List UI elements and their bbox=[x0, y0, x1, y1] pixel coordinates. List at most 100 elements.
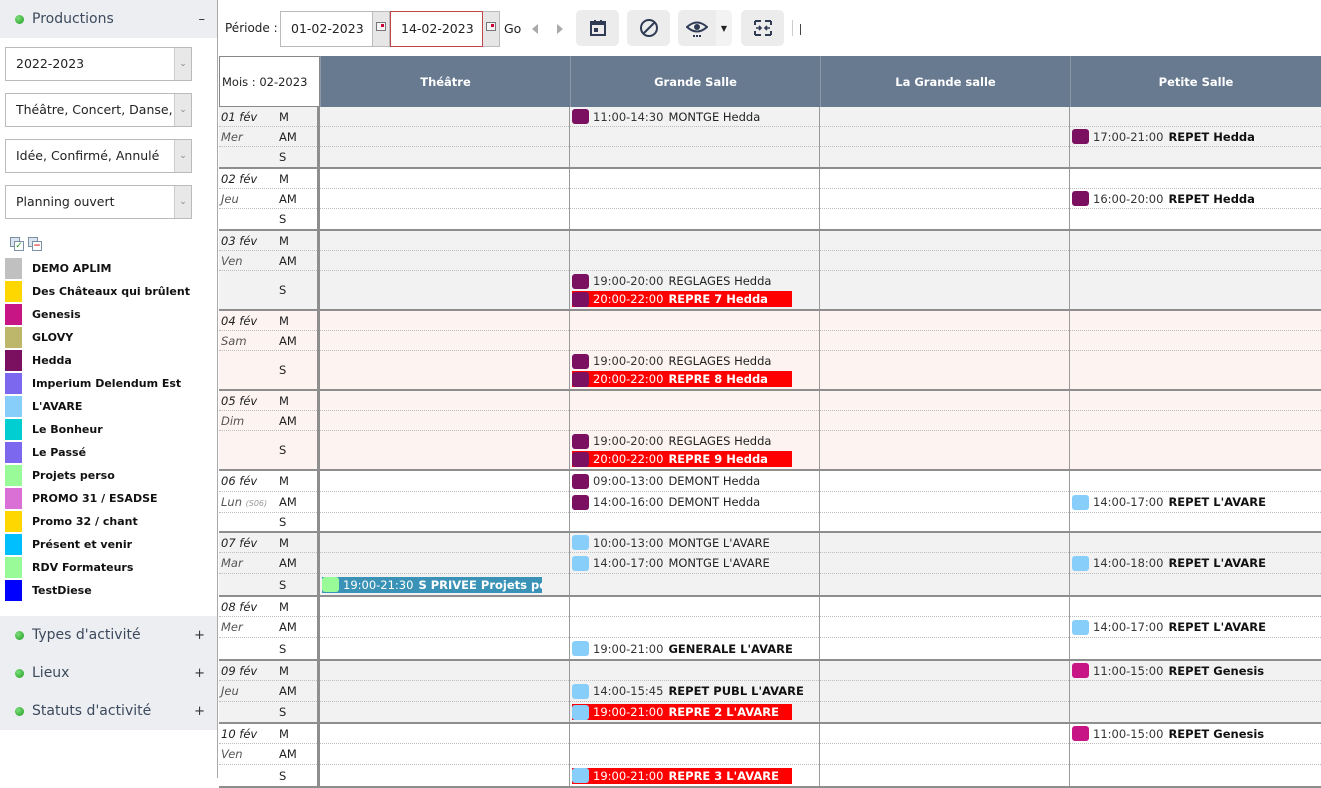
time-slot[interactable] bbox=[320, 492, 569, 513]
time-slot[interactable] bbox=[570, 724, 819, 744]
grid-cell[interactable] bbox=[820, 661, 1070, 722]
grid-cell[interactable] bbox=[570, 169, 820, 229]
grid-cell[interactable]: 19:00-21:30 S PRIVEE Projets perso bbox=[320, 533, 570, 595]
time-slot[interactable] bbox=[320, 107, 569, 127]
event-item[interactable]: 14:00-15:45 REPET PUBL L'AVARE bbox=[572, 683, 819, 699]
time-slot[interactable] bbox=[570, 189, 819, 209]
legend-item[interactable]: Le Passé bbox=[0, 441, 217, 464]
time-slot[interactable] bbox=[570, 391, 819, 411]
time-slot[interactable] bbox=[820, 638, 1069, 659]
time-slot[interactable] bbox=[320, 617, 569, 638]
grid-cell[interactable]: 09:00-13:00 DEMONT Hedda 14:00-16:00 DEMONT… bbox=[570, 471, 820, 531]
event-item[interactable]: 16:00-20:00 REPET Hedda bbox=[1072, 191, 1321, 207]
grid-cell[interactable]: 19:00-20:00 REGLAGES Hedda 20:00-22:00 REPR… bbox=[570, 311, 820, 389]
time-slot[interactable] bbox=[1070, 638, 1321, 659]
time-slot[interactable] bbox=[820, 209, 1069, 229]
time-slot[interactable]: 11:00-14:30 MONTGE Hedda bbox=[570, 107, 819, 127]
time-slot[interactable]: 19:00-20:00 REGLAGES Hedda 20:00-22:00 REPR… bbox=[570, 351, 819, 389]
grid-cell[interactable] bbox=[1070, 311, 1321, 389]
event-item[interactable]: 14:00-17:00 REPET L'AVARE bbox=[1072, 494, 1321, 510]
grid-cell[interactable] bbox=[320, 724, 570, 786]
time-slot[interactable] bbox=[1070, 209, 1321, 229]
filter-select[interactable]: 2022-2023 ⌄ bbox=[5, 47, 192, 81]
grid-cell[interactable] bbox=[320, 169, 570, 229]
legend-item[interactable]: DEMO APLIM bbox=[0, 257, 217, 280]
select-all-icon[interactable]: ✓ bbox=[10, 237, 24, 251]
time-slot[interactable] bbox=[320, 638, 569, 659]
time-slot[interactable] bbox=[320, 331, 569, 351]
next-period-icon[interactable] bbox=[557, 24, 563, 34]
time-slot[interactable] bbox=[320, 724, 569, 744]
grid-cell[interactable] bbox=[1070, 391, 1321, 469]
time-slot[interactable] bbox=[570, 169, 819, 189]
time-slot[interactable] bbox=[570, 574, 819, 595]
time-slot[interactable] bbox=[1070, 331, 1321, 351]
time-slot[interactable] bbox=[320, 702, 569, 722]
time-slot[interactable] bbox=[820, 331, 1069, 351]
time-slot[interactable] bbox=[1070, 513, 1321, 531]
time-slot[interactable] bbox=[570, 513, 819, 531]
time-slot[interactable] bbox=[570, 311, 819, 331]
time-slot[interactable] bbox=[570, 231, 819, 251]
time-slot[interactable] bbox=[570, 597, 819, 617]
grid-cell[interactable] bbox=[320, 471, 570, 531]
time-slot[interactable] bbox=[320, 271, 569, 309]
time-slot[interactable] bbox=[820, 724, 1069, 744]
time-slot[interactable] bbox=[570, 147, 819, 167]
time-slot[interactable] bbox=[320, 251, 569, 271]
grid-cell[interactable] bbox=[820, 169, 1070, 229]
event-item[interactable]: 20:00-22:00 REPRE 8 Hedda bbox=[572, 371, 792, 387]
legend-item[interactable]: Imperium Delendum Est bbox=[0, 372, 217, 395]
time-slot[interactable] bbox=[320, 471, 569, 492]
calendar-button[interactable] bbox=[576, 10, 619, 46]
time-slot[interactable]: 19:00-20:00 REGLAGES Hedda 20:00-22:00 REPR… bbox=[570, 431, 819, 469]
time-slot[interactable]: 19:00-21:00 REPRE 2 L'AVARE bbox=[570, 702, 819, 722]
time-slot[interactable] bbox=[570, 661, 819, 681]
go-button[interactable]: Go bbox=[504, 21, 521, 36]
event-item[interactable]: 14:00-16:00 DEMONT Hedda bbox=[572, 494, 819, 510]
deselect-all-icon[interactable]: − bbox=[28, 237, 42, 251]
time-slot[interactable] bbox=[1070, 271, 1321, 309]
time-slot[interactable] bbox=[320, 661, 569, 681]
time-slot[interactable] bbox=[570, 617, 819, 638]
legend-item[interactable]: Genesis bbox=[0, 303, 217, 326]
grid-cell[interactable] bbox=[320, 311, 570, 389]
legend-item[interactable]: PROMO 31 / ESADSE bbox=[0, 487, 217, 510]
time-slot[interactable] bbox=[570, 744, 819, 765]
date-from-calendar-icon[interactable] bbox=[373, 11, 390, 47]
chevron-down-icon[interactable]: ⌄ bbox=[174, 94, 191, 126]
time-slot[interactable] bbox=[1070, 147, 1321, 167]
time-slot[interactable] bbox=[820, 574, 1069, 595]
event-item[interactable]: 19:00-20:00 REGLAGES Hedda bbox=[572, 433, 819, 449]
time-slot[interactable] bbox=[320, 209, 569, 229]
expand-icon[interactable]: + bbox=[194, 704, 205, 719]
chevron-down-icon[interactable]: ⌄ bbox=[174, 140, 191, 172]
time-slot[interactable] bbox=[820, 251, 1069, 271]
time-slot[interactable] bbox=[320, 147, 569, 167]
time-slot[interactable]: 10:00-13:00 MONTGE L'AVARE bbox=[570, 533, 819, 553]
grid-cell[interactable] bbox=[320, 597, 570, 659]
legend-item[interactable]: TestDiese bbox=[0, 579, 217, 602]
cancel-filter-button[interactable] bbox=[627, 10, 670, 46]
time-slot[interactable] bbox=[320, 391, 569, 411]
time-slot[interactable] bbox=[570, 331, 819, 351]
filter-group-header[interactable]: Lieux + bbox=[0, 654, 217, 692]
grid-cell[interactable]: 14:00-15:45 REPET PUBL L'AVARE 19:00-21:00… bbox=[570, 661, 820, 722]
event-item[interactable]: 19:00-20:00 REGLAGES Hedda bbox=[572, 353, 819, 369]
time-slot[interactable] bbox=[1070, 431, 1321, 469]
time-slot[interactable]: 19:00-21:00 GENERALE L'AVARE bbox=[570, 638, 819, 659]
time-slot[interactable]: 19:00-21:00 REPRE 3 L'AVARE bbox=[570, 765, 819, 786]
filter-select[interactable]: Idée, Confirmé, Annulé ⌄ bbox=[5, 139, 192, 173]
view-dropdown-caret-icon[interactable]: ▼ bbox=[716, 10, 732, 46]
time-slot[interactable] bbox=[820, 681, 1069, 702]
legend-item[interactable]: Hedda bbox=[0, 349, 217, 372]
time-slot[interactable] bbox=[320, 189, 569, 209]
time-slot[interactable] bbox=[320, 597, 569, 617]
grid-cell[interactable] bbox=[320, 107, 570, 167]
grid-cell[interactable]: 17:00-21:00 REPET Hedda bbox=[1070, 107, 1321, 167]
chevron-down-icon[interactable]: ⌄ bbox=[174, 48, 191, 80]
time-slot[interactable] bbox=[1070, 533, 1321, 553]
grid-cell[interactable] bbox=[820, 471, 1070, 531]
time-slot[interactable]: 09:00-13:00 DEMONT Hedda bbox=[570, 471, 819, 492]
time-slot[interactable] bbox=[820, 597, 1069, 617]
